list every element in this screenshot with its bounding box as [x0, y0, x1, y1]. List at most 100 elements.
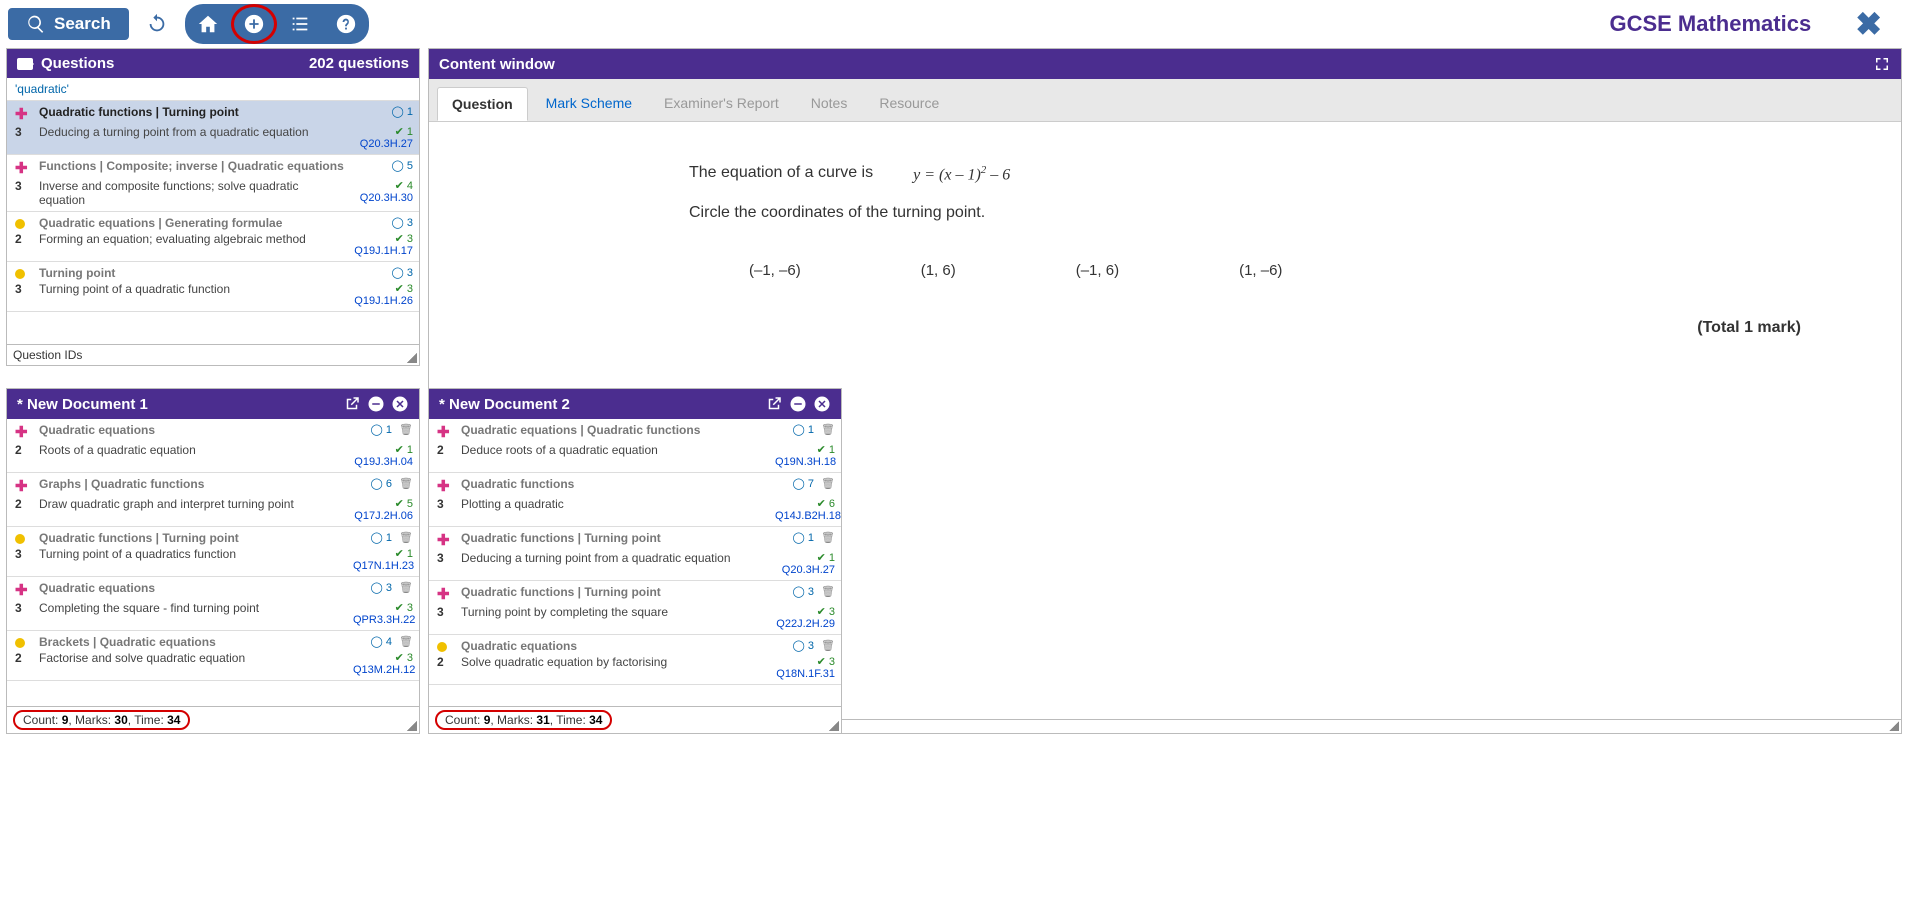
question-item[interactable]: Brackets | Quadratic equations◯ 4 🗑2Fact… — [7, 631, 419, 681]
trash-icon[interactable]: 🗑 — [821, 532, 835, 544]
document-2-panel: * New Document 2 ✚Quadratic equations | … — [428, 388, 842, 734]
question-desc: Draw quadratic graph and interpret turni… — [39, 497, 347, 522]
minus-icon[interactable] — [367, 395, 385, 413]
close-icon[interactable] — [391, 395, 409, 413]
minus-icon[interactable] — [789, 395, 807, 413]
trash-icon[interactable]: 🗑 — [399, 478, 413, 490]
question-id[interactable]: Q20.3H.27 — [782, 564, 835, 576]
check-badge: ✔ 3 — [817, 606, 835, 618]
close-button[interactable]: ✖ — [1837, 5, 1900, 43]
difficulty: 2 — [15, 497, 33, 522]
tab-examiner-s-report[interactable]: Examiner's Report — [650, 87, 793, 121]
trash-icon[interactable]: 🗑 — [821, 640, 835, 652]
question-id[interactable]: Q17N.1H.23 — [353, 560, 414, 572]
trash-icon[interactable]: 🗑 — [399, 636, 413, 648]
tab-mark-scheme[interactable]: Mark Scheme — [532, 87, 646, 121]
question-id[interactable]: Q14J.B2H.18 — [775, 510, 841, 522]
question-item[interactable]: ✚Quadratic functions | Turning point◯ 13… — [7, 101, 419, 155]
marks-badge: ◯ 3 — [792, 586, 813, 598]
home-button[interactable] — [185, 4, 231, 44]
answer-option[interactable]: (1, –6) — [1239, 262, 1282, 279]
question-title: Graphs | Quadratic functions — [39, 477, 347, 495]
dot-icon — [437, 642, 447, 652]
doc1-footer: Count: 9, Marks: 30, Time: 34 — [7, 706, 419, 733]
question-item[interactable]: ✚Quadratic equations◯ 3 🗑3Completing the… — [7, 577, 419, 631]
answer-option[interactable]: (–1, 6) — [1076, 262, 1119, 279]
options: (–1, –6) (1, 6) (–1, 6) (1, –6) — [749, 262, 1841, 279]
tab-question[interactable]: Question — [437, 87, 528, 121]
question-item[interactable]: Quadratic equations | Generating formula… — [7, 212, 419, 262]
expand-icon[interactable] — [1873, 55, 1891, 73]
question-title: Turning point — [39, 266, 347, 280]
question-id[interactable]: Q17J.2H.06 — [354, 510, 413, 522]
trash-icon[interactable]: 🗑 — [399, 582, 413, 594]
doc1-list: ✚Quadratic equations◯ 1 🗑2Roots of a qua… — [7, 419, 419, 706]
questions-title: Questions — [41, 55, 114, 72]
question-item[interactable]: ✚Quadratic functions | Turning point◯ 3 … — [429, 581, 841, 635]
question-title: Quadratic equations | Quadratic function… — [461, 423, 769, 441]
search-label: Search — [54, 14, 111, 34]
question-item[interactable]: ✚ Quadratic equations | Quadratic functio… — [429, 419, 841, 473]
close-icon[interactable] — [813, 395, 831, 413]
question-id[interactable]: QPR3.3H.22 — [353, 614, 415, 626]
popout-icon[interactable] — [343, 395, 361, 413]
question-desc: Turning point of a quadratics function — [39, 547, 347, 572]
questions-list: ✚Quadratic functions | Turning point◯ 13… — [7, 101, 419, 344]
search-button[interactable]: Search — [8, 8, 129, 40]
question-item[interactable]: ✚Quadratic equations◯ 1 🗑2Roots of a qua… — [7, 419, 419, 473]
question-desc: Turning point of a quadratic function — [39, 282, 347, 307]
answer-option[interactable]: (–1, –6) — [749, 262, 801, 279]
difficulty: 3 — [437, 551, 455, 576]
question-item[interactable]: ✚Functions | Composite; inverse | Quadra… — [7, 155, 419, 212]
question-title: Quadratic equations | Generating formula… — [39, 216, 347, 230]
difficulty: 2 — [15, 651, 33, 676]
trash-icon[interactable]: 🗑 — [821, 424, 835, 436]
question-id[interactable]: Q13M.2H.12 — [353, 664, 415, 676]
help-button[interactable] — [323, 4, 369, 44]
plus-icon: ✚ — [437, 531, 455, 549]
question-item[interactable]: Quadratic functions | Turning point◯ 1 🗑… — [7, 527, 419, 577]
home-icon — [197, 13, 219, 35]
popout-icon[interactable] — [765, 395, 783, 413]
difficulty: 2 — [437, 655, 455, 680]
question-title: Quadratic functions | Turning point — [461, 531, 769, 549]
question-id[interactable]: Q19J.3H.04 — [354, 456, 413, 468]
question-id[interactable]: Q20.3H.27 — [360, 138, 413, 150]
question-item[interactable]: ✚Graphs | Quadratic functions◯ 6 🗑2Draw … — [7, 473, 419, 527]
plus-icon: ✚ — [437, 585, 455, 603]
question-desc: Completing the square - find turning poi… — [39, 601, 347, 626]
video-icon — [17, 58, 33, 70]
dot-icon — [15, 638, 25, 648]
marks-badge: ◯ 1 — [370, 532, 391, 544]
question-item[interactable]: Quadratic equations◯ 3 🗑2Solve quadratic… — [429, 635, 841, 685]
refresh-button[interactable] — [135, 4, 179, 44]
question-id[interactable]: Q22J.2H.29 — [776, 618, 835, 630]
eq-intro: The equation of a curve is — [689, 164, 873, 184]
marks-badge: ◯ 3 — [392, 217, 413, 229]
question-item[interactable]: ✚Quadratic functions◯ 7 🗑3Plotting a qua… — [429, 473, 841, 527]
plus-circle-icon — [243, 13, 265, 35]
question-item[interactable]: ✚Quadratic functions | Turning point◯ 1 … — [429, 527, 841, 581]
answer-option[interactable]: (1, 6) — [921, 262, 956, 279]
question-id[interactable]: Q19N.3H.18 — [775, 456, 836, 468]
trash-icon[interactable]: 🗑 — [821, 478, 835, 490]
doc1-title: * New Document 1 — [17, 396, 148, 413]
content-tabs: QuestionMark SchemeExaminer's ReportNote… — [429, 79, 1901, 122]
list-button[interactable] — [277, 4, 323, 44]
question-item[interactable]: Turning point◯ 33Turning point of a quad… — [7, 262, 419, 312]
question-id[interactable]: Q20.3H.30 — [360, 192, 413, 204]
tab-notes[interactable]: Notes — [797, 87, 862, 121]
trash-icon[interactable]: 🗑 — [821, 586, 835, 598]
document-1-panel: * New Document 1 ✚Quadratic equations◯ 1… — [6, 388, 420, 734]
add-button[interactable] — [231, 4, 277, 44]
tab-resource[interactable]: Resource — [865, 87, 953, 121]
question-id[interactable]: Q19J.1H.17 — [354, 245, 413, 257]
difficulty: 3 — [15, 125, 33, 150]
trash-icon[interactable]: 🗑 — [399, 532, 413, 544]
question-desc: Deduce roots of a quadratic equation — [461, 443, 769, 468]
marks-badge: ◯ 1 — [370, 424, 391, 436]
trash-icon[interactable]: 🗑 — [399, 424, 413, 436]
question-id[interactable]: Q19J.1H.26 — [354, 295, 413, 307]
plus-icon: ✚ — [437, 423, 455, 441]
question-id[interactable]: Q18N.1F.31 — [776, 668, 835, 680]
